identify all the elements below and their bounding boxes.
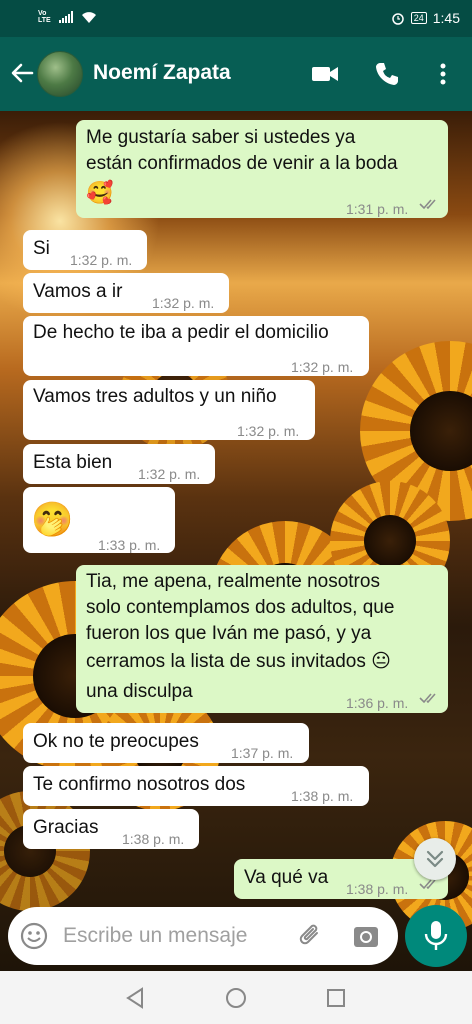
message-time: 1:38 p. m. [291,788,354,804]
message-text: Si [33,238,50,259]
nav-home-icon[interactable] [223,985,249,1011]
volte-indicator: Vo LTE [38,10,51,24]
more-vertical-icon[interactable] [428,59,458,89]
message-text: Esta bien [33,452,113,473]
message-time: 1:32 p. m. [70,252,133,268]
read-ticks-icon [419,693,436,704]
message-text: Vamos tres adultos y un niño [33,386,277,407]
chat-header: Noemí Zapata [0,37,472,111]
message-bubble-incoming[interactable]: Gracias 1:38 p. m. [23,809,199,849]
message-bubble-incoming[interactable]: Vamos tres adultos y un niño 1:32 p. m. [23,380,315,440]
message-time: 1:31 p. m. [346,201,409,217]
message-text: Ok no te preocupes [33,731,199,752]
message-text: están confirmados de venir a la boda [86,153,398,174]
message-text: Vamos a ir [33,281,123,302]
message-text: Va qué va [244,867,329,888]
message-bubble-incoming[interactable]: De hecho te iba a pedir el domicilio 1:3… [23,316,369,376]
message-text: solo contemplamos dos adultos, que [86,597,395,618]
microphone-icon [424,921,448,950]
message-text: fueron los que Iván me pasó, y ya [86,623,372,644]
message-bubble-outgoing[interactable]: Me gustaría saber si ustedes ya están co… [76,120,448,218]
carrier-top: Vo [38,10,47,17]
message-time: 1:32 p. m. [291,359,354,375]
message-emoji: 🤭 [31,501,74,539]
message-text: Te confirmo nosotros dos [33,774,246,795]
phone-icon[interactable] [372,59,402,89]
message-input-bar: Escribe un mensaje [8,907,398,965]
message-emoji: 🥰 [86,180,114,205]
message-bubble-outgoing[interactable]: Tia, me apena, realmente nosotros solo c… [76,565,448,713]
message-text: Me gustaría saber si ustedes ya [86,127,356,148]
message-text: Tia, me apena, realmente nosotros [86,571,380,592]
message-bubble-incoming[interactable]: Vamos a ir 1:32 p. m. [23,273,229,313]
status-bar: Vo LTE 24 1:45 [0,0,472,37]
nav-back-icon[interactable] [122,985,148,1011]
message-text: una disculpa [86,681,193,702]
wifi-icon [81,11,96,23]
back-arrow-icon[interactable] [8,59,36,87]
read-ticks-icon [419,199,436,210]
message-text: Gracias [33,817,99,838]
video-call-icon[interactable] [310,59,340,89]
signal-icon [58,11,73,23]
message-time: 1:36 p. m. [346,695,409,711]
double-chevron-down-icon [426,850,444,868]
avatar[interactable] [37,51,83,97]
emoji-icon[interactable] [20,922,48,950]
carrier-bottom: LTE [38,17,51,24]
nav-recents-icon[interactable] [323,985,349,1011]
message-text: De hecho te iba a pedir el domicilio [33,322,329,343]
message-time: 1:32 p. m. [152,295,215,311]
message-bubble-incoming[interactable]: 🤭 1:33 p. m. [23,487,175,553]
battery-level: 24 [410,12,427,24]
message-time: 1:33 p. m. [98,537,161,553]
message-time: 1:38 p. m. [346,881,409,897]
attach-icon[interactable] [295,921,325,951]
message-time: 1:32 p. m. [237,423,300,439]
system-nav-bar [0,971,472,1024]
message-bubble-incoming[interactable]: Ok no te preocupes 1:37 p. m. [23,723,309,763]
message-bubble-incoming[interactable]: Si 1:32 p. m. [23,230,147,270]
message-input[interactable]: Escribe un mensaje [63,924,247,948]
message-time: 1:37 p. m. [231,745,294,761]
alarm-icon [391,13,404,25]
message-time: 1:38 p. m. [122,831,185,847]
camera-icon[interactable] [352,922,380,950]
message-text: cerramos la lista de sus invitados 😐 [86,651,391,672]
microphone-button[interactable] [405,905,467,967]
clock: 1:45 [432,10,460,26]
message-time: 1:32 p. m. [138,466,201,482]
message-bubble-incoming[interactable]: Esta bien 1:32 p. m. [23,444,215,484]
contact-name[interactable]: Noemí Zapata [93,61,231,85]
scroll-to-bottom-button[interactable] [414,838,456,880]
message-bubble-incoming[interactable]: Te confirmo nosotros dos 1:38 p. m. [23,766,369,806]
